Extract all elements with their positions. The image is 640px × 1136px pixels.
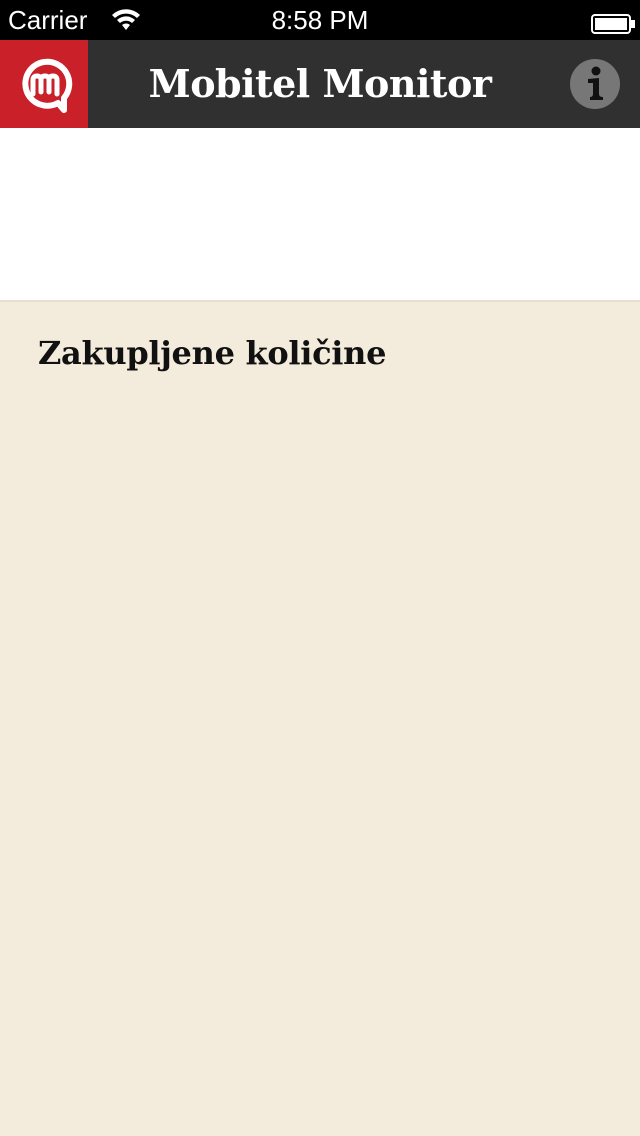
status-time: 8:58 PM <box>271 5 369 35</box>
navigation-bar: Mobitel Monitor <box>0 40 640 128</box>
info-button[interactable] <box>570 59 620 109</box>
status-bar: Carrier 8:58 PM <box>0 0 640 40</box>
banner-area <box>0 128 640 302</box>
section-title: Zakupljene količine <box>38 334 387 372</box>
mobitel-logo-icon <box>22 58 73 113</box>
battery-icon <box>591 10 637 34</box>
mobitel-logo-button[interactable] <box>0 40 88 128</box>
info-icon <box>570 59 620 109</box>
app-title: Mobitel Monitor <box>148 61 492 106</box>
